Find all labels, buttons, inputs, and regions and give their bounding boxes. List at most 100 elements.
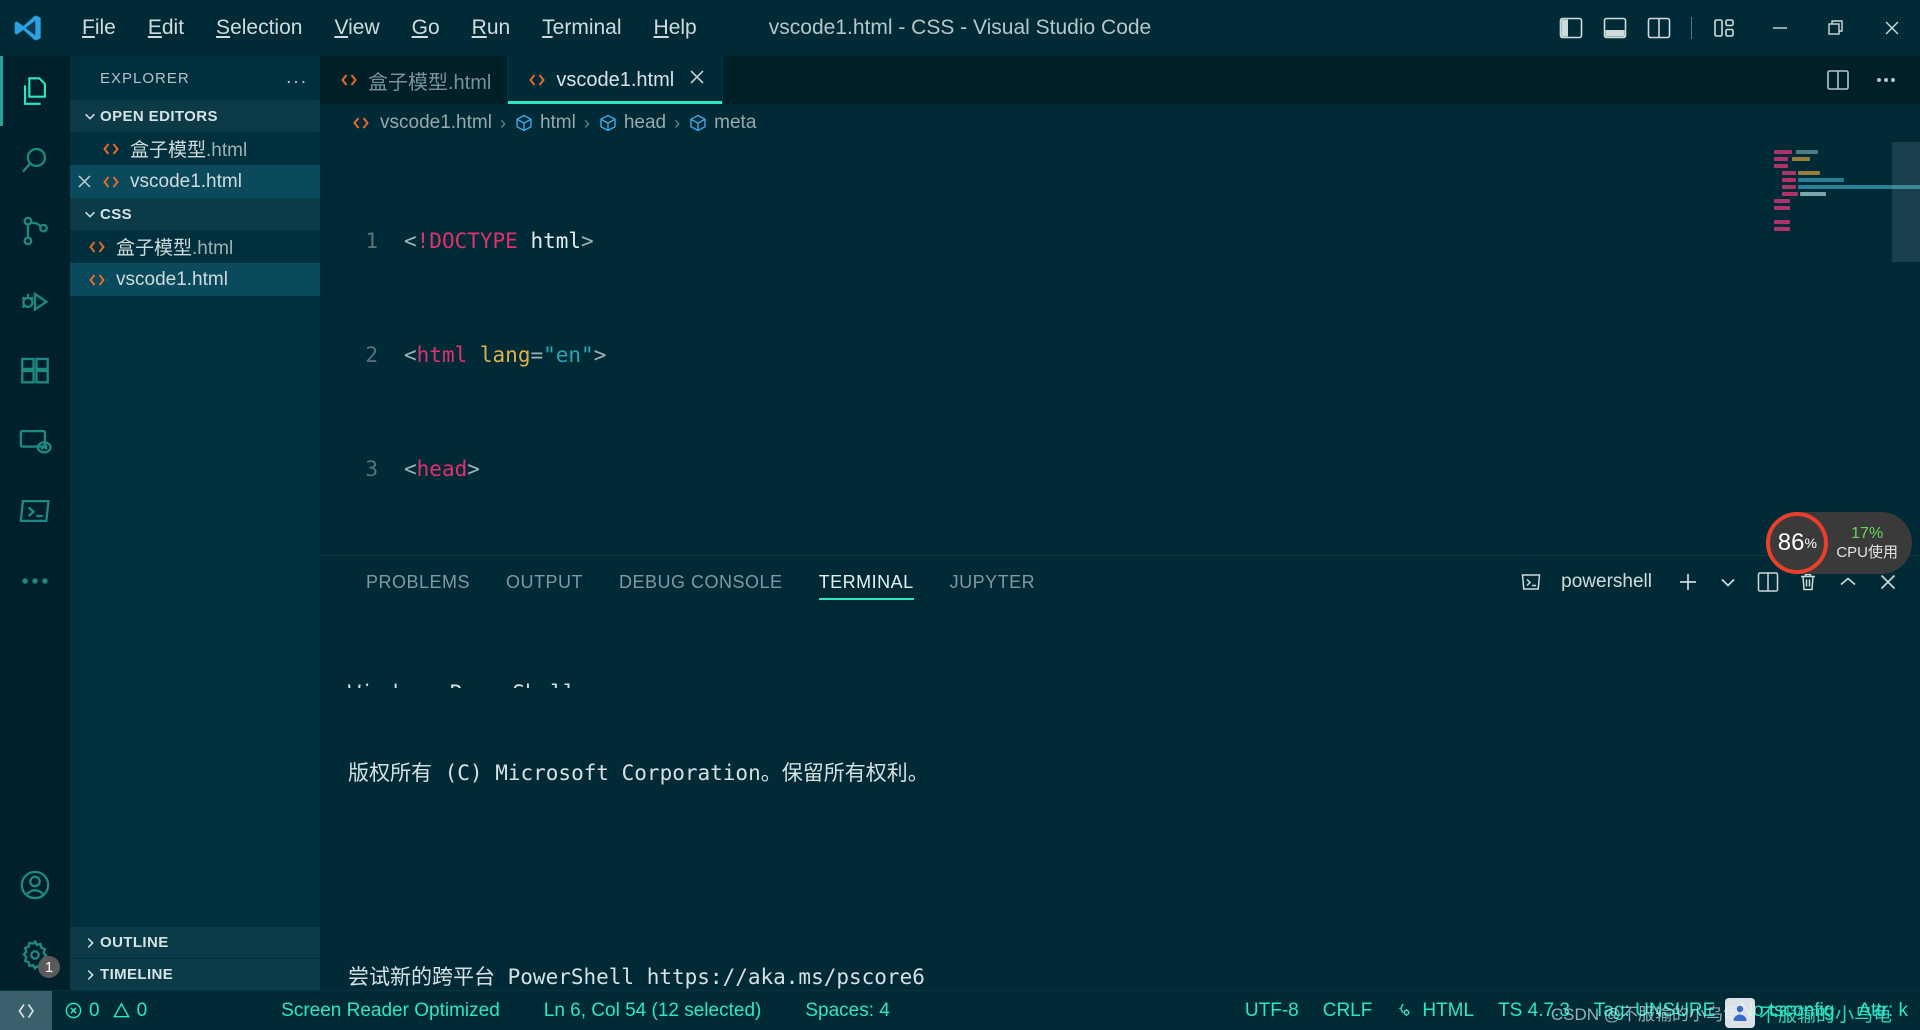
title-bar-right [1551, 0, 1920, 56]
customize-layout-icon[interactable] [1704, 8, 1744, 48]
status-encoding[interactable]: UTF-8 [1233, 991, 1311, 1030]
breadcrumb-item-head[interactable]: head [598, 112, 666, 134]
editor-tab-bar: 盒子模型.html vscode1.html [320, 56, 1920, 104]
line-number: 2 [365, 343, 378, 367]
editor-tab-2[interactable]: vscode1.html [507, 56, 724, 104]
cpu-label: CPU使用 [1836, 543, 1898, 561]
close-tab-icon[interactable] [688, 68, 706, 92]
cpu-ring-gauge: 86% [1766, 512, 1829, 574]
cpu-usage-widget[interactable]: 86% 17% CPU使用 [1766, 512, 1912, 574]
line-text: <!DOCTYPE html> [404, 229, 594, 253]
section-timeline[interactable]: TIMELINE [70, 958, 320, 990]
breadcrumb-item-file[interactable]: vscode1.html [348, 112, 492, 134]
activity-source-control[interactable] [0, 196, 70, 266]
split-editor-icon[interactable] [1818, 60, 1858, 100]
cpu-text-block: 17% CPU使用 [1836, 525, 1898, 561]
activity-extensions[interactable] [0, 336, 70, 406]
terminal-output[interactable]: Windows PowerShell 版权所有 (C) Microsoft Co… [320, 608, 1920, 990]
code-line-3: 3 <head> [320, 450, 1770, 488]
status-eol[interactable]: CRLF [1311, 991, 1385, 1030]
status-attr[interactable]: Attr: k [1846, 991, 1920, 1030]
close-editor-icon[interactable] [70, 173, 98, 190]
activity-manage-settings[interactable]: 1 [0, 920, 70, 990]
minimap[interactable] [1770, 142, 1920, 555]
activity-search[interactable] [0, 126, 70, 196]
minimap-slider[interactable] [1892, 142, 1920, 262]
open-editor-item-1[interactable]: 盒子模型.html [70, 132, 320, 165]
line-text: <head> [404, 457, 480, 481]
toggle-secondary-sidebar-icon[interactable] [1639, 8, 1679, 48]
menu-terminal[interactable]: Terminal [526, 10, 637, 46]
html-file-icon [348, 113, 374, 133]
sidebar-more-actions-icon[interactable]: ... [286, 67, 308, 89]
panel-tab-problems[interactable]: PROBLEMS [348, 556, 488, 608]
editor-area: 盒子模型.html vscode1.html vscode1.html › ht… [320, 56, 1920, 990]
folder-file-item-1[interactable]: 盒子模型.html [70, 230, 320, 263]
activity-explorer[interactable] [0, 56, 70, 126]
new-terminal-icon[interactable] [1670, 564, 1706, 600]
open-editor-item-2[interactable]: vscode1.html [70, 165, 320, 198]
terminal-line-0: Windows PowerShell [348, 681, 576, 688]
panel-tab-output[interactable]: OUTPUT [488, 556, 601, 608]
symbol-cube-icon [690, 114, 706, 132]
open-editor-label-1: 盒子模型.html [130, 140, 248, 161]
menu-go[interactable]: Go [396, 10, 456, 46]
panel-tab-terminal[interactable]: TERMINAL [801, 556, 932, 608]
menu-file[interactable]: File [66, 10, 132, 46]
toggle-primary-sidebar-icon[interactable] [1551, 8, 1591, 48]
section-outline-label: OUTLINE [100, 934, 169, 951]
menu-help[interactable]: Help [638, 10, 713, 46]
html-file-icon [84, 270, 110, 290]
code-editor[interactable]: 1 <!DOCTYPE html> 2 <html lang="en"> 3 <… [320, 142, 1920, 555]
editor-more-actions-icon[interactable] [1866, 60, 1906, 100]
breadcrumb-label-3: meta [714, 112, 757, 133]
terminal-line-3: 尝试新的跨平台 PowerShell https://aka.ms/pscore… [348, 965, 925, 989]
code-line-1: 1 <!DOCTYPE html> [320, 222, 1770, 260]
section-folder-css[interactable]: CSS [70, 198, 320, 230]
remote-window-button[interactable] [0, 990, 52, 1030]
code-line-2: 2 <html lang="en"> [320, 336, 1770, 374]
breadcrumb: vscode1.html › html › head › meta [320, 104, 1920, 142]
status-bar: 0 0 Screen Reader Optimized Ln 6, Col 54… [0, 990, 1920, 1030]
chevron-right-icon [80, 936, 100, 950]
folder-file-label-2: vscode1.html [116, 268, 228, 290]
status-problems[interactable]: 0 0 [52, 991, 159, 1030]
symbol-cube-icon [516, 114, 532, 132]
menu-edit[interactable]: Edit [132, 10, 200, 46]
html-file-icon [84, 237, 110, 257]
status-screen-reader[interactable]: Screen Reader Optimized [269, 991, 512, 1030]
menu-run[interactable]: Run [456, 10, 527, 46]
status-indentation[interactable]: Spaces: 4 [793, 991, 902, 1030]
chevron-down-icon [80, 109, 100, 123]
breadcrumb-item-meta[interactable]: meta [688, 112, 756, 134]
status-cursor-position[interactable]: Ln 6, Col 54 (12 selected) [532, 991, 774, 1030]
panel-tab-jupyter[interactable]: JUPYTER [932, 556, 1054, 608]
menu-selection[interactable]: Selection [200, 10, 318, 46]
settings-badge: 1 [38, 956, 60, 978]
editor-tab-1[interactable]: 盒子模型.html [320, 56, 508, 104]
panel-tab-debug-console[interactable]: DEBUG CONSOLE [601, 556, 801, 608]
terminal-line-2 [348, 858, 1920, 892]
window-restore-button[interactable] [1808, 0, 1864, 56]
section-outline[interactable]: OUTLINE [70, 926, 320, 958]
menu-view[interactable]: View [318, 10, 395, 46]
folder-file-item-2[interactable]: vscode1.html [70, 263, 320, 296]
open-editor-label-2: vscode1.html [130, 170, 242, 192]
chevron-down-icon [80, 207, 100, 221]
status-language-mode[interactable]: HTML [1384, 991, 1486, 1030]
activity-more-views[interactable] [0, 546, 70, 616]
window-minimize-button[interactable] [1752, 0, 1808, 56]
window-close-button[interactable] [1864, 0, 1920, 56]
toggle-panel-icon[interactable] [1595, 8, 1635, 48]
code-content[interactable]: 1 <!DOCTYPE html> 2 <html lang="en"> 3 <… [320, 142, 1770, 555]
section-open-editors[interactable]: OPEN EDITORS [70, 100, 320, 132]
activity-run-and-debug[interactable] [0, 266, 70, 336]
symbol-cube-icon [600, 114, 616, 132]
activity-remote-explorer[interactable] [0, 406, 70, 476]
activity-terminal[interactable] [0, 476, 70, 546]
terminal-dropdown-icon[interactable] [1710, 564, 1746, 600]
activity-accounts[interactable] [0, 850, 70, 920]
status-warning-count: 0 [136, 999, 148, 1021]
status-no-tsconfig[interactable]: No tsconfig [1727, 991, 1846, 1030]
breadcrumb-item-html[interactable]: html [514, 112, 576, 134]
